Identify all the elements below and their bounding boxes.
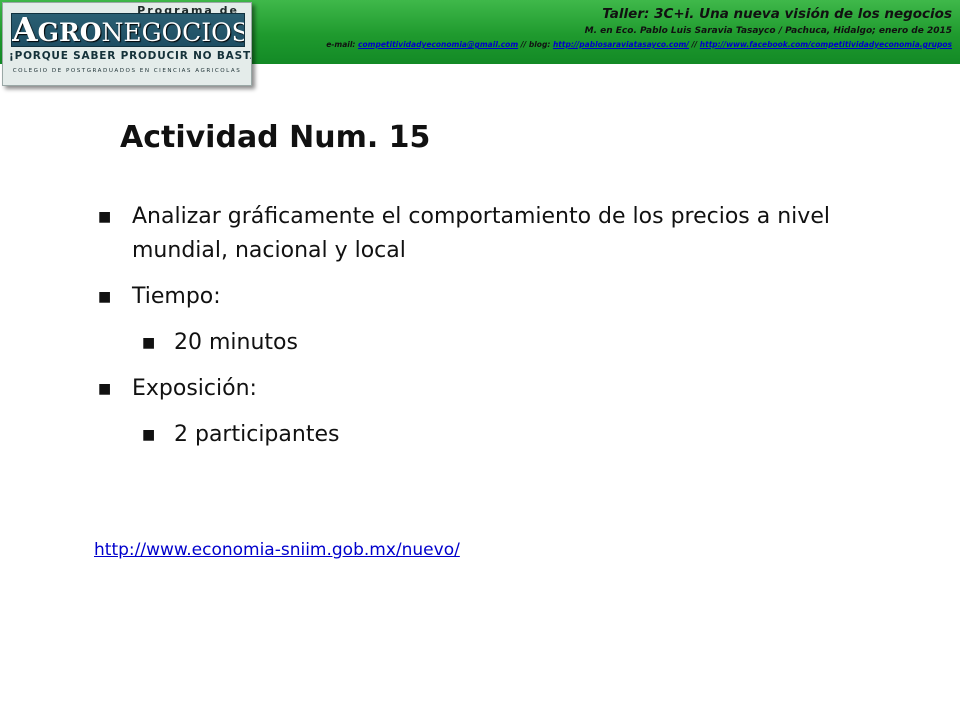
square-bullet-icon: ■ bbox=[98, 381, 112, 397]
contact-line: e-mail: competitividadyeconomia@gmail.co… bbox=[326, 39, 952, 50]
bullet-text: 2 participantes bbox=[174, 422, 340, 447]
blog-link[interactable]: http://pablosaraviatasayco.com/ bbox=[553, 40, 689, 49]
square-bullet-icon: ■ bbox=[142, 335, 156, 351]
square-bullet-icon: ■ bbox=[98, 209, 112, 225]
bullet-subitem-participants: ■ 2 participantes bbox=[96, 418, 896, 452]
header-info: Taller: 3C+i. Una nueva visión de los ne… bbox=[326, 6, 952, 50]
bullet-text: 20 minutos bbox=[174, 330, 298, 355]
bullet-text: Exposición: bbox=[132, 376, 257, 401]
bullet-item-time: ■ Tiempo: bbox=[96, 280, 896, 314]
logo-letters-gro: GRO bbox=[37, 18, 102, 47]
source-link[interactable]: http://www.economia-sniim.gob.mx/nuevo/ bbox=[94, 540, 460, 560]
square-bullet-icon: ■ bbox=[98, 289, 112, 305]
square-bullet-icon: ■ bbox=[142, 427, 156, 443]
slide-title: Actividad Num. 15 bbox=[120, 120, 431, 155]
blog-label: // blog: bbox=[518, 40, 553, 49]
logo-wordmark: AGRONEGOCIOS bbox=[11, 13, 245, 47]
workshop-title: Taller: 3C+i. Una nueva visión de los ne… bbox=[602, 6, 952, 22]
bullet-text: Analizar gráficamente el comportamiento … bbox=[132, 204, 830, 263]
logo-college: COLEGIO DE POSTGRADUADOS EN CIENCIAS AGR… bbox=[12, 68, 242, 74]
bullet-item-presentation: ■ Exposición: bbox=[96, 372, 896, 406]
author-line: M. en Eco. Pablo Luis Saravia Tasayco / … bbox=[584, 26, 952, 36]
bullet-text: Tiempo: bbox=[132, 284, 221, 309]
bullet-item-objective: ■ Analizar gráficamente el comportamiento… bbox=[96, 200, 896, 268]
facebook-link[interactable]: http://www.facebook.com/competitividadye… bbox=[700, 40, 952, 49]
logo-letters-negocios: NEGOCIOS bbox=[101, 18, 245, 47]
facebook-separator: // bbox=[689, 40, 700, 49]
logo-slogan: ¡PORQUE SABER PRODUCIR NO BASTA! bbox=[9, 50, 252, 62]
agronegocios-logo: Programa de AGRONEGOCIOS ¡PORQUE SABER P… bbox=[2, 2, 252, 86]
logo-letter-a: A bbox=[12, 13, 38, 47]
bullet-subitem-duration: ■ 20 minutos bbox=[96, 326, 896, 360]
bullet-list: ■ Analizar gráficamente el comportamiento… bbox=[96, 200, 896, 464]
email-link[interactable]: competitividadyeconomia@gmail.com bbox=[358, 40, 518, 49]
email-label: e-mail: bbox=[326, 40, 359, 49]
